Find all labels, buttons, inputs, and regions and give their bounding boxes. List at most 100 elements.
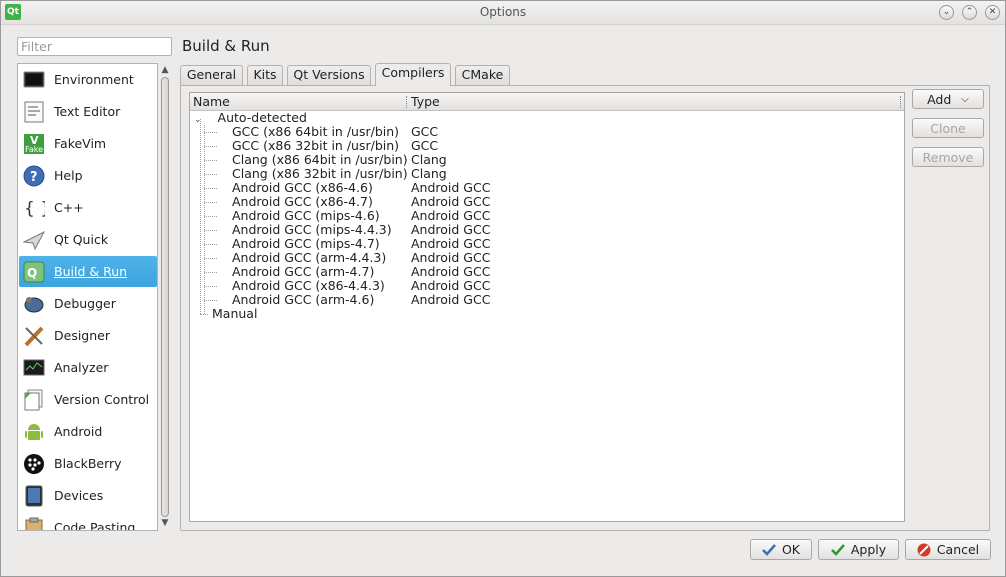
sidebar-item-label: Devices xyxy=(54,488,104,503)
tree-branch-line xyxy=(204,174,217,175)
sidebar-item-code-pasting[interactable]: Code Pasting xyxy=(19,512,157,530)
version-control-icon xyxy=(23,389,45,411)
tree-branch-line xyxy=(204,244,217,245)
column-header-name[interactable]: Name xyxy=(193,94,230,109)
compiler-name: Android GCC (x86-4.6) xyxy=(232,180,373,195)
title-bar: Qt Options ⌄ ⌃ ✕ xyxy=(1,1,1005,25)
sidebar-item-label: Debugger xyxy=(54,296,116,311)
tree-branch-line xyxy=(204,160,217,161)
scroll-down-icon[interactable]: ▼ xyxy=(160,518,170,528)
scroll-up-icon[interactable]: ▲ xyxy=(160,65,170,75)
sidebar-item-text-editor[interactable]: Text Editor xyxy=(19,96,157,127)
column-separator[interactable] xyxy=(406,96,408,108)
code-pasting-icon xyxy=(23,517,45,530)
svg-text:V: V xyxy=(30,134,39,147)
column-header-type[interactable]: Type xyxy=(411,94,440,109)
sidebar-item-label: C++ xyxy=(54,200,84,215)
sidebar-item-build-run[interactable]: Q Build & Run xyxy=(19,256,157,287)
compiler-name: Android GCC (x86-4.7) xyxy=(232,194,373,209)
clone-button[interactable]: Clone xyxy=(912,118,984,138)
tree-branch-line xyxy=(204,216,217,217)
sidebar-scrollbar[interactable]: ▲ ▼ xyxy=(158,63,172,531)
sidebar-item-label: Version Control xyxy=(54,392,150,407)
group-label: Manual xyxy=(212,306,258,321)
sidebar-item-debugger[interactable]: Debugger xyxy=(19,288,157,319)
add-button[interactable]: Add ⌵ xyxy=(912,89,984,109)
sidebar-item-label: Help xyxy=(54,168,83,183)
remove-button[interactable]: Remove xyxy=(912,147,984,167)
tree-group-auto-detected[interactable]: ⌄ Auto-detected xyxy=(194,111,307,126)
sidebar-item-environment[interactable]: Environment xyxy=(19,64,157,95)
svg-text:{ }: { } xyxy=(24,199,45,219)
text-editor-icon xyxy=(23,101,45,123)
tab-general[interactable]: General xyxy=(180,65,243,85)
sidebar-item-label: FakeVim xyxy=(54,136,107,151)
compiler-type: Android GCC xyxy=(411,278,491,293)
tree-root-line xyxy=(200,119,201,314)
column-separator[interactable] xyxy=(900,96,902,108)
compiler-tree[interactable]: Name Type ⌄ Auto-detected GCC (x86 64bit… xyxy=(189,92,905,522)
tab-kits[interactable]: Kits xyxy=(247,65,283,85)
compiler-name: GCC (x86 64bit in /usr/bin) xyxy=(232,124,400,139)
compiler-name: Android GCC (arm-4.7) xyxy=(232,264,375,279)
scrollbar-thumb[interactable] xyxy=(161,77,169,517)
chevron-down-icon[interactable]: ⌄ xyxy=(194,115,202,125)
sidebar-item-label: Analyzer xyxy=(54,360,109,375)
sidebar-item-cpp[interactable]: { } C++ xyxy=(19,192,157,223)
compiler-type: Android GCC xyxy=(411,264,491,279)
tab-compilers[interactable]: Compilers xyxy=(375,63,451,86)
sidebar-item-fakevim[interactable]: Fake V FakeVim xyxy=(19,128,157,159)
sidebar-item-analyzer[interactable]: Analyzer xyxy=(19,352,157,383)
help-icon: ? xyxy=(23,165,45,187)
android-icon xyxy=(23,421,45,443)
compiler-type: Android GCC xyxy=(411,222,491,237)
page-title: Build & Run xyxy=(182,37,270,55)
checkmark-icon xyxy=(830,543,845,556)
environment-icon xyxy=(23,69,45,91)
compiler-name: Android GCC (mips-4.4.3) xyxy=(232,222,392,237)
tree-branch-line xyxy=(204,258,217,259)
tab-qt-versions[interactable]: Qt Versions xyxy=(287,65,371,85)
close-window-button[interactable]: ✕ xyxy=(985,5,1000,20)
designer-icon xyxy=(23,325,45,347)
tree-branch-line xyxy=(200,314,208,315)
compiler-type: Android GCC xyxy=(411,236,491,251)
filter-input[interactable] xyxy=(17,37,172,56)
sidebar-item-version-control[interactable]: Version Control xyxy=(19,384,157,415)
tab-cmake[interactable]: CMake xyxy=(455,65,510,85)
apply-button[interactable]: Apply xyxy=(818,539,899,560)
maximize-button[interactable]: ⌃ xyxy=(962,5,977,20)
compiler-name: Android GCC (mips-4.6) xyxy=(232,208,380,223)
svg-text:?: ? xyxy=(30,170,38,185)
compiler-type: Clang xyxy=(411,166,447,181)
tree-group-manual[interactable]: Manual xyxy=(212,307,257,321)
minimize-button[interactable]: ⌄ xyxy=(939,5,954,20)
svg-text:Q: Q xyxy=(27,266,37,280)
tree-branch-line xyxy=(204,286,217,287)
options-dialog: Qt Options ⌄ ⌃ ✕ Build & Run Environment… xyxy=(0,0,1006,577)
ok-button[interactable]: OK xyxy=(750,539,812,560)
compiler-type: Android GCC xyxy=(411,292,491,307)
build-run-icon: Q xyxy=(23,261,45,283)
add-button-label: Add xyxy=(927,91,952,107)
sidebar-item-devices[interactable]: Devices xyxy=(19,480,157,511)
compiler-type: Android GCC xyxy=(411,180,491,195)
sidebar-item-label: Designer xyxy=(54,328,110,343)
cpp-icon: { } xyxy=(23,197,45,219)
compiler-type: Android GCC xyxy=(411,208,491,223)
compiler-name: Clang (x86 64bit in /usr/bin) xyxy=(232,152,408,167)
sidebar-item-qt-quick[interactable]: Qt Quick xyxy=(19,224,157,255)
sidebar-item-label: Qt Quick xyxy=(54,232,109,247)
sidebar-item-blackberry[interactable]: BlackBerry xyxy=(19,448,157,479)
sidebar-item-android[interactable]: Android xyxy=(19,416,157,447)
sidebar-item-help[interactable]: ? Help xyxy=(19,160,157,191)
category-list[interactable]: Environment Text Editor Fake V FakeVim ? … xyxy=(17,63,158,531)
debugger-icon xyxy=(23,293,45,315)
cancel-button[interactable]: Cancel xyxy=(905,539,991,560)
compiler-name: Android GCC (x86-4.4.3) xyxy=(232,278,385,293)
sidebar-item-label: Environment xyxy=(54,72,134,87)
compiler-name: Android GCC (arm-4.6) xyxy=(232,292,375,307)
sidebar-item-label: Text Editor xyxy=(54,104,121,119)
sidebar-item-designer[interactable]: Designer xyxy=(19,320,157,351)
analyzer-icon xyxy=(23,357,45,379)
